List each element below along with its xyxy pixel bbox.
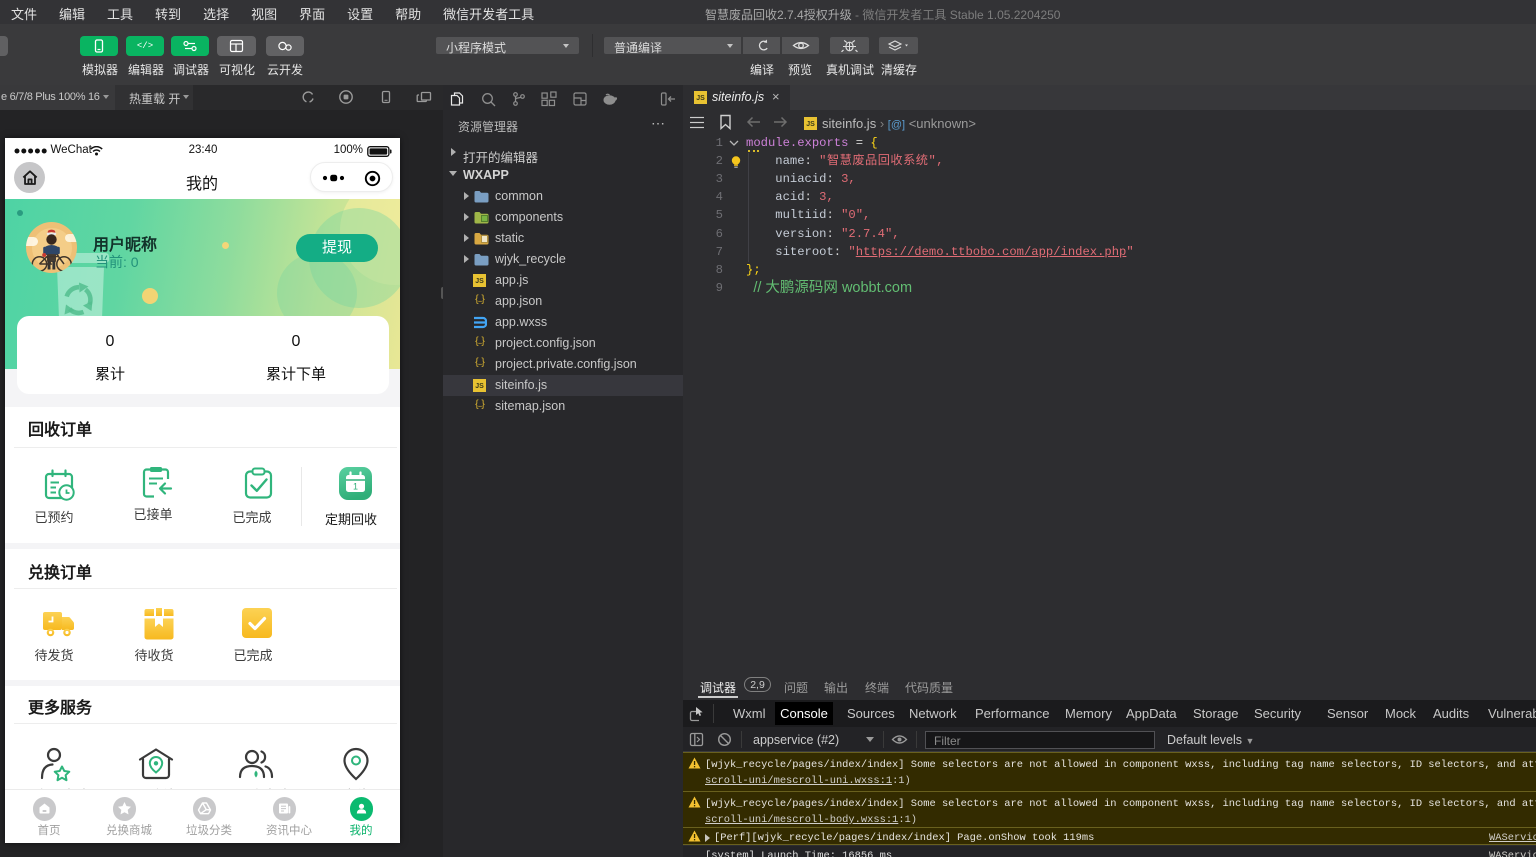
svg-text:1: 1 bbox=[353, 482, 358, 492]
